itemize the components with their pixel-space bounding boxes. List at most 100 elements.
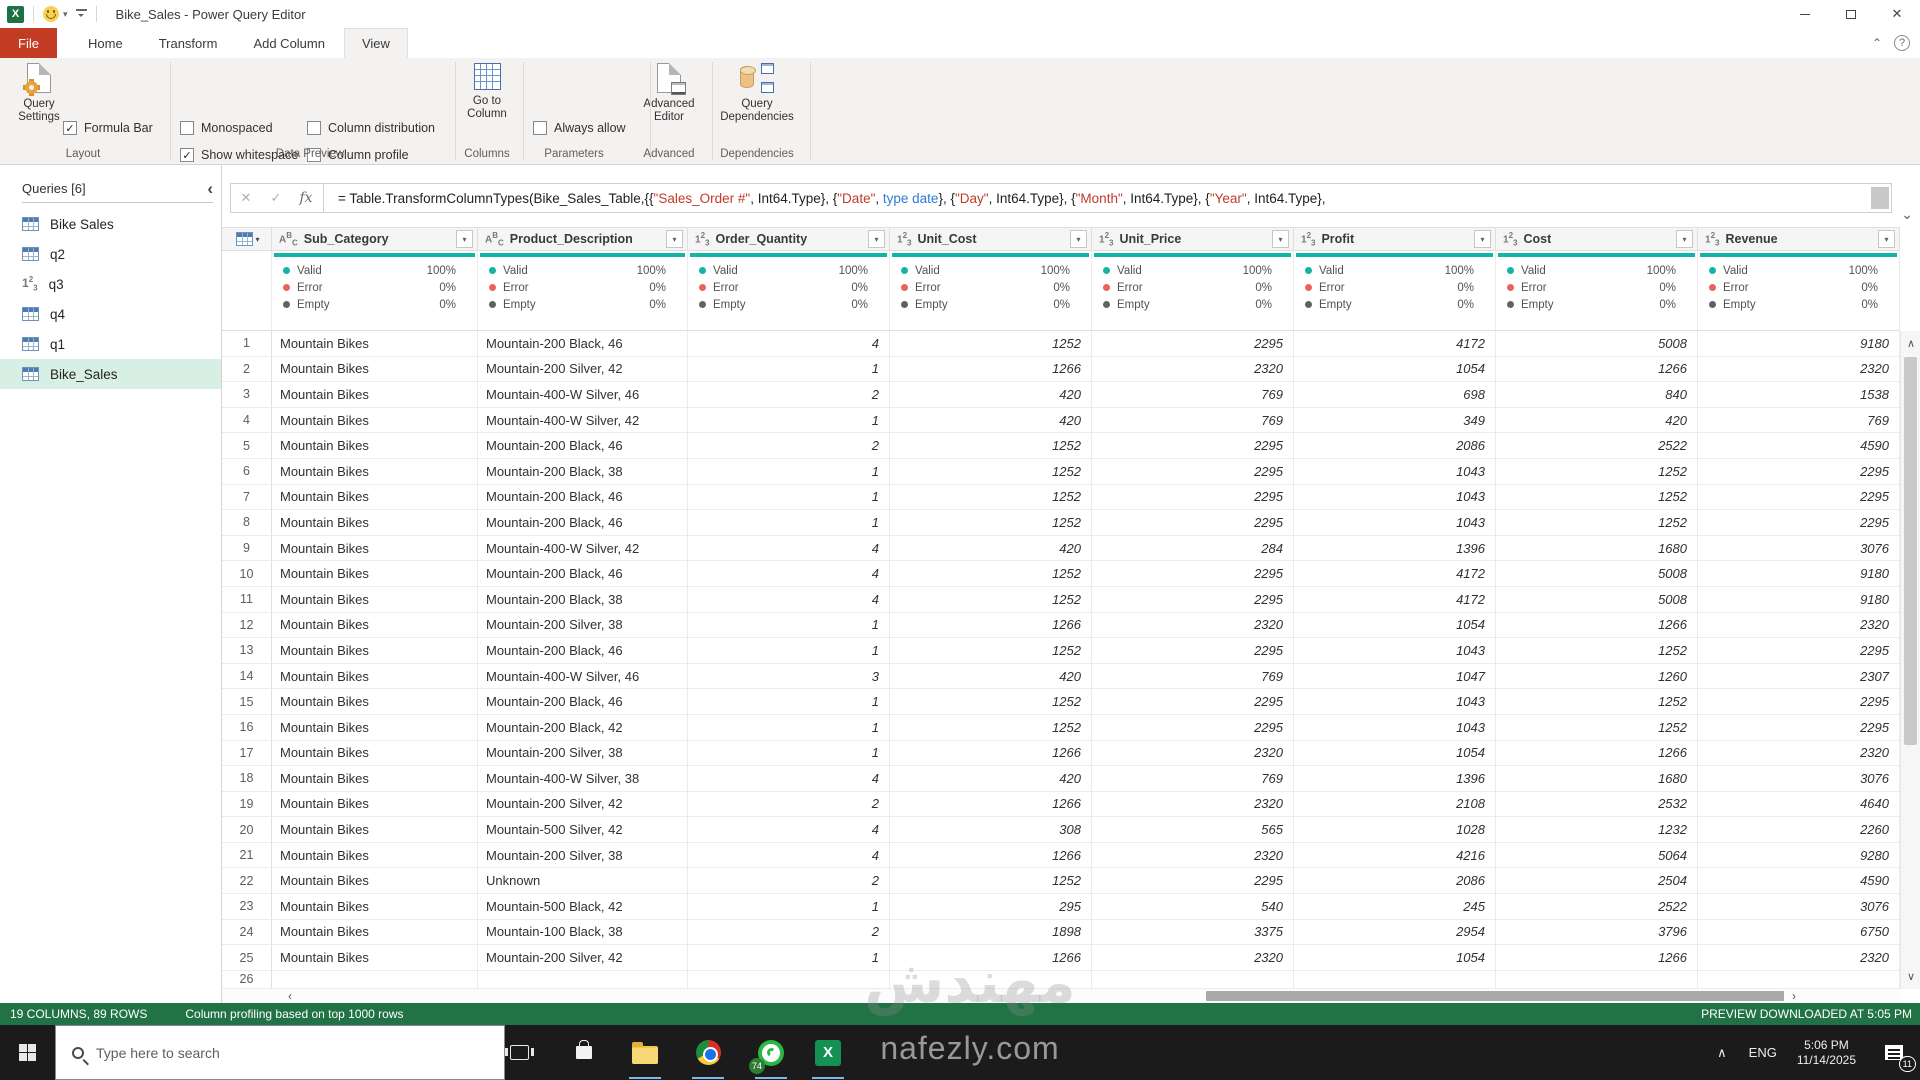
cell[interactable]: 1252 xyxy=(890,331,1092,357)
query-item-bike-sales[interactable]: Bike Sales xyxy=(0,209,221,239)
cell[interactable]: 1538 xyxy=(1698,382,1900,408)
cell[interactable]: 1252 xyxy=(890,638,1092,664)
cell[interactable]: 2532 xyxy=(1496,791,1698,818)
cell[interactable]: 4 xyxy=(688,331,890,357)
cell[interactable]: Mountain-200 Silver, 38 xyxy=(478,740,688,767)
tab-add-column[interactable]: Add Column xyxy=(236,28,342,58)
cell[interactable]: 5064 xyxy=(1496,842,1698,869)
cell[interactable]: Mountain Bikes xyxy=(272,638,478,664)
cell[interactable]: 1266 xyxy=(1496,740,1698,767)
cell[interactable]: 1054 xyxy=(1294,356,1496,383)
cell[interactable]: Mountain Bikes xyxy=(272,356,478,383)
cell[interactable]: 3375 xyxy=(1092,919,1294,946)
cell[interactable]: 2295 xyxy=(1092,331,1294,357)
cell[interactable]: 2 xyxy=(688,791,890,818)
cell[interactable]: 1898 xyxy=(890,919,1092,946)
cell[interactable]: 769 xyxy=(1092,407,1294,434)
cell[interactable]: 6750 xyxy=(1698,919,1900,946)
query-item-q3[interactable]: 123 q3 xyxy=(0,269,221,299)
cell[interactable]: 4 xyxy=(688,535,890,562)
cell[interactable]: 2320 xyxy=(1092,791,1294,818)
formula-input[interactable]: ✕ ✓ fx = Table.TransformColumnTypes(Bike… xyxy=(230,183,1913,222)
cell[interactable]: Mountain Bikes xyxy=(272,945,478,971)
formula-scrollbar-thumb[interactable] xyxy=(1871,187,1889,209)
cell[interactable]: 420 xyxy=(890,663,1092,690)
row-number[interactable]: 7 xyxy=(222,484,272,511)
scroll-right-icon[interactable]: › xyxy=(1792,989,1796,1003)
cell[interactable]: 245 xyxy=(1294,894,1496,920)
row-number[interactable]: 15 xyxy=(222,689,272,715)
cell[interactable]: Mountain-200 Silver, 38 xyxy=(478,612,688,639)
cell[interactable]: Mountain-200 Black, 46 xyxy=(478,510,688,536)
cell[interactable]: Mountain-500 Silver, 42 xyxy=(478,817,688,843)
cell[interactable]: 4 xyxy=(688,766,890,792)
row-number[interactable]: 24 xyxy=(222,919,272,946)
column-distribution-checkbox[interactable]: Column distribution xyxy=(307,121,435,135)
row-number[interactable]: 8 xyxy=(222,510,272,536)
cell[interactable]: Mountain-200 Silver, 42 xyxy=(478,945,688,971)
filter-dropdown-icon[interactable]: ▾ xyxy=(1676,230,1693,248)
cell[interactable]: 2295 xyxy=(1698,689,1900,715)
cell[interactable]: 1043 xyxy=(1294,689,1496,715)
cell[interactable]: 2295 xyxy=(1092,561,1294,587)
tab-transform[interactable]: Transform xyxy=(142,28,235,58)
cell[interactable]: 9180 xyxy=(1698,331,1900,357)
column-header-revenue[interactable]: 123 Revenue ▾ xyxy=(1698,228,1900,251)
cell[interactable]: 1 xyxy=(688,356,890,383)
column-header-profit[interactable]: 123 Profit ▾ xyxy=(1294,228,1496,251)
cell[interactable]: 5008 xyxy=(1496,561,1698,587)
row-number[interactable]: 23 xyxy=(222,894,272,920)
cell[interactable]: 565 xyxy=(1092,817,1294,843)
cell[interactable]: 1 xyxy=(688,740,890,767)
row-number[interactable]: 6 xyxy=(222,458,272,485)
cell[interactable]: 1252 xyxy=(1496,458,1698,485)
cell[interactable]: 9180 xyxy=(1698,561,1900,587)
formula-text[interactable]: = Table.TransformColumnTypes(Bike_Sales_… xyxy=(326,191,1871,206)
cell[interactable]: Mountain-200 Black, 46 xyxy=(478,561,688,587)
tray-expand-icon[interactable]: ∧ xyxy=(1717,1045,1727,1061)
cell[interactable]: Mountain-500 Black, 42 xyxy=(478,894,688,920)
cell[interactable]: 2504 xyxy=(1496,868,1698,895)
formula-confirm-icon[interactable]: ✓ xyxy=(261,190,291,206)
cell[interactable]: 3 xyxy=(688,663,890,690)
row-number[interactable]: 19 xyxy=(222,791,272,818)
horizontal-scrollbar-thumb[interactable] xyxy=(1206,991,1784,1001)
cell[interactable]: Mountain Bikes xyxy=(272,868,478,895)
cell[interactable]: 1252 xyxy=(890,433,1092,459)
cell[interactable]: 769 xyxy=(1092,766,1294,792)
cell[interactable]: 4172 xyxy=(1294,561,1496,587)
cell[interactable]: 4 xyxy=(688,586,890,613)
always-allow-checkbox[interactable]: Always allow xyxy=(533,121,626,135)
cell[interactable]: 2295 xyxy=(1092,638,1294,664)
row-number[interactable]: 14 xyxy=(222,663,272,690)
cell[interactable]: Mountain Bikes xyxy=(272,612,478,639)
cell[interactable]: 420 xyxy=(890,382,1092,408)
cell[interactable]: 2086 xyxy=(1294,868,1496,895)
smiley-dropdown-icon[interactable]: ▾ xyxy=(63,9,68,20)
row-number[interactable]: 22 xyxy=(222,868,272,895)
cell[interactable]: 1054 xyxy=(1294,945,1496,971)
cell[interactable]: 3796 xyxy=(1496,919,1698,946)
cell[interactable]: Mountain Bikes xyxy=(272,586,478,613)
cell[interactable]: 2295 xyxy=(1092,586,1294,613)
cell[interactable]: 1252 xyxy=(1496,714,1698,741)
cell[interactable]: Mountain Bikes xyxy=(272,484,478,511)
cell[interactable]: 1266 xyxy=(1496,945,1698,971)
row-number[interactable]: 16 xyxy=(222,714,272,741)
close-button[interactable]: ✕ xyxy=(1874,0,1920,28)
cell[interactable]: 2522 xyxy=(1496,894,1698,920)
cell[interactable]: 1 xyxy=(688,612,890,639)
cell[interactable]: 2295 xyxy=(1092,484,1294,511)
row-number[interactable]: 11 xyxy=(222,586,272,613)
filter-dropdown-icon[interactable]: ▾ xyxy=(1070,230,1087,248)
tab-file[interactable]: File xyxy=(0,28,57,58)
row-number[interactable]: 5 xyxy=(222,433,272,459)
monospaced-checkbox[interactable]: Monospaced xyxy=(180,121,273,135)
scroll-up-icon[interactable]: ∧ xyxy=(1901,337,1920,350)
formula-bar-checkbox[interactable]: ✓ Formula Bar xyxy=(63,121,153,135)
query-item-bike_sales[interactable]: Bike_Sales xyxy=(0,359,221,389)
cell[interactable]: Mountain-400-W Silver, 46 xyxy=(478,663,688,690)
cell[interactable]: 1 xyxy=(688,458,890,485)
cell[interactable]: 1252 xyxy=(890,714,1092,741)
cell[interactable]: 1252 xyxy=(1496,689,1698,715)
